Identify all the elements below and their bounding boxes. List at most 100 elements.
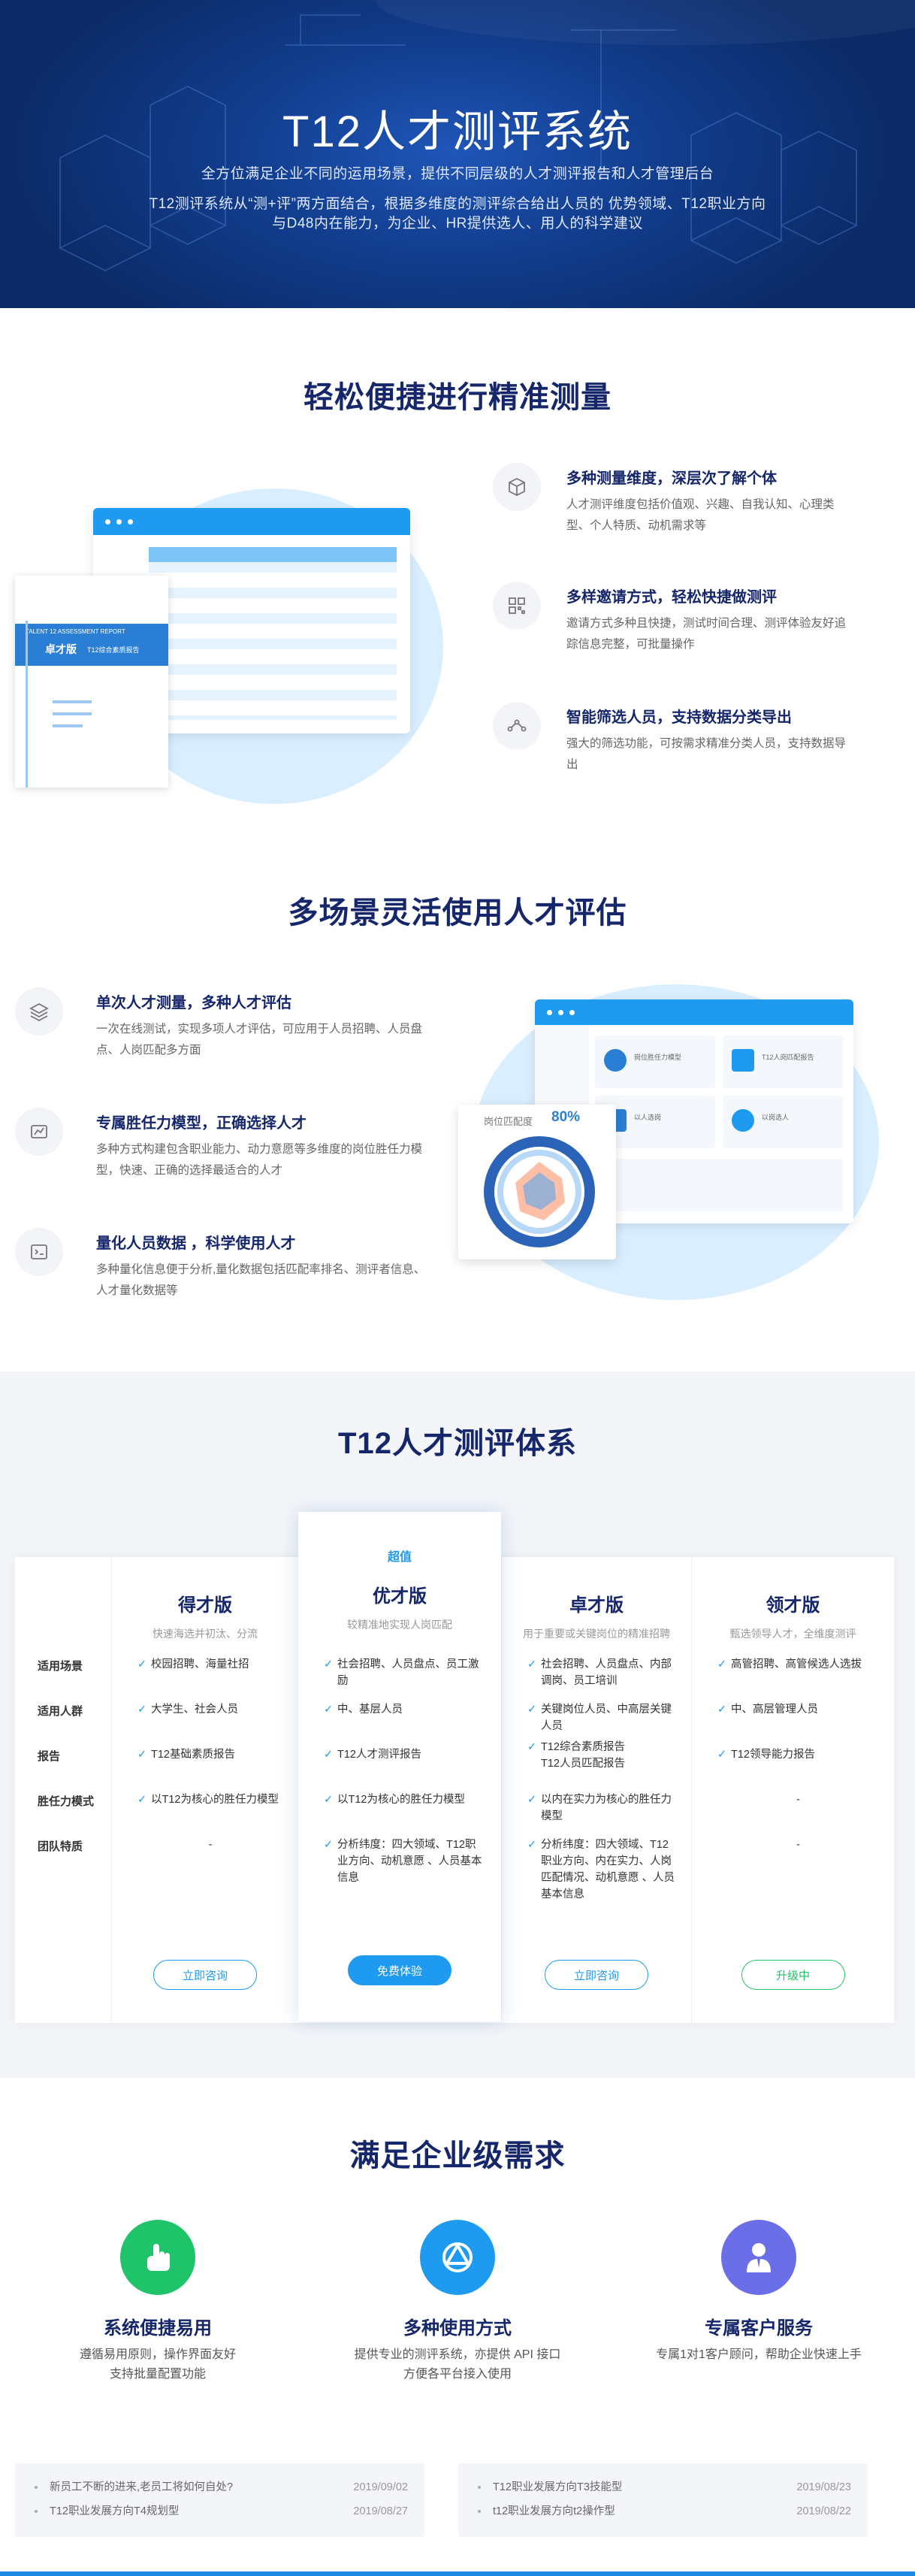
row-label: 适用场景 [38, 1660, 83, 1673]
check-icon: ✓ [324, 1839, 334, 1851]
check-icon: ✓ [717, 1658, 727, 1670]
plan-name: 优才版 [373, 1586, 427, 1607]
plan-cell: - [796, 1794, 800, 1806]
plan-desc: 较精准地实现人岗匹配 [347, 1619, 452, 1631]
feature-title: 量化人员数据 ，科学使用人才 [96, 1235, 296, 1252]
plan-cell: ✓ 分析纬度：四大领域、T12职业方向、内在实力、人岗匹配情况、动机意愿 、人员基… [527, 1837, 676, 1903]
plan-cell: ✓ 社会招聘、人员盘点、员工激励 [324, 1656, 486, 1689]
bullet-icon [478, 2510, 481, 2513]
plan-cell: - [208, 1839, 213, 1851]
plan-cell: ✓ T12综合素质报告 T12人员匹配报告 [527, 1739, 676, 1772]
card-label: T12人岗匹配报告 [762, 1054, 814, 1061]
feature-desc: 多种量化信息便于分析,量化数据包括匹配率排名、测评者信息、人才量化数据等 [96, 1263, 426, 1297]
card-icon [604, 1049, 627, 1072]
hero-line-1: 全方位满足企业不同的运用场景，提供不同层级的人才测评报告和人才管理后台 [201, 166, 714, 182]
feature-desc: 一次在线测试，实现多项人才评估，可应用于人员招聘、人员盘点、人岗匹配多方面 [96, 1023, 423, 1057]
model-icon [15, 1108, 63, 1156]
news-item[interactable]: T12职业发展方向T4规划型 2019/08/27 [32, 2499, 408, 2523]
check-icon: ✓ [527, 1704, 537, 1716]
service-easy: 系统便捷易用 遵循易用原则，操作界面友好支持批量配置功能 [23, 2220, 293, 2384]
match-value: 80% [551, 1109, 581, 1125]
window-dot [569, 1009, 575, 1015]
row-label: 团队特质 [38, 1840, 83, 1853]
plan-cell: ✓ 以T12为核心的胜任力模型 [324, 1791, 486, 1808]
check-icon: ✓ [137, 1749, 147, 1761]
bottom-bar [0, 2571, 915, 2576]
card-icon [732, 1109, 754, 1132]
news-item[interactable]: T12职业发展方向T3技能型 2019/08/23 [475, 2475, 851, 2499]
plan-cell: ✓ T12基础素质报告 [137, 1746, 283, 1763]
service-desc: 遵循易用原则，操作界面友好支持批量配置功能 [79, 2348, 236, 2381]
plan-premium: 卓才版 用于重要或关键岗位的精准招聘 ✓ 社会招聘、人员盘点、内部调岗、员工培训 … [501, 1557, 691, 2023]
service-desc: 提供专业的测评系统，亦提供 API 接口方便各平台接入使用 [354, 2348, 561, 2381]
hand-icon [120, 2220, 195, 2295]
data-icon [15, 1228, 63, 1276]
feature-title: 多样邀请方式，轻松快捷做测评 [566, 589, 777, 606]
report-brand: 卓才版 [45, 643, 77, 655]
card-label: 以岗选人 [762, 1114, 790, 1121]
check-icon: ✓ [324, 1704, 334, 1716]
section-title-system: T12人才测评体系 [338, 1427, 577, 1460]
check-icon: ✓ [324, 1658, 334, 1670]
section-title-scenarios: 多场景灵活使用人才评估 [288, 896, 627, 930]
feature-desc: 邀请方式多种且快捷，测试时间合理、测评体验友好追踪信息完整，可批量操作 [566, 617, 847, 651]
qr-code-icon [493, 582, 541, 630]
check-icon: ✓ [324, 1749, 334, 1761]
upgrading-button[interactable]: 升级中 [741, 1960, 845, 1990]
hero-banner: T12人才测评系统 全方位满足企业不同的运用场景，提供不同层级的人才测评报告和人… [0, 0, 915, 308]
plan-cell: ✓ 大学生、社会人员 [137, 1701, 283, 1718]
plan-cell: ✓ 校园招聘、海量社招 [137, 1656, 283, 1673]
plan-cell: ✓ 社会招聘、人员盘点、内部调岗、员工培训 [527, 1656, 676, 1689]
consult-button[interactable]: 立即咨询 [153, 1960, 257, 1990]
plan-cell: ✓ 中、基层人员 [324, 1701, 486, 1718]
bullet-icon [35, 2486, 38, 2489]
cube-icon [493, 463, 541, 511]
api-icon [420, 2220, 495, 2295]
service-title: 系统便捷易用 [104, 2318, 212, 2339]
plan-desc: 快速海选并初汰、分流 [152, 1628, 258, 1640]
network-icon [493, 702, 541, 750]
service-desc: 专属1对1客户顾问，帮助企业快速上手 [656, 2348, 862, 2361]
section-title-enterprise: 满足企业级需求 [349, 2139, 566, 2172]
scenario-illustration: 岗位胜任力模型 T12人岗匹配报告 以人选岗 以岗选人 岗位匹配度 80% [451, 977, 901, 1308]
plan-cell: ✓ 以内在实力为核心的胜任力模型 [527, 1791, 676, 1825]
check-icon: ✓ [137, 1658, 147, 1670]
plan-cell: ✓ 分析纬度：四大领域、T12职业方向、动机意愿 、人员基本信息 [324, 1837, 486, 1886]
service-support: 专属客户服务 专属1对1客户顾问，帮助企业快速上手 [624, 2220, 894, 2365]
check-icon: ✓ [717, 1704, 727, 1716]
check-icon: ✓ [527, 1839, 537, 1851]
report-cover-title: TALENT 12 ASSESSMENT REPORT [26, 628, 125, 635]
plan-cell: ✓ T12人才测评报告 [324, 1746, 486, 1763]
window-dot [547, 1009, 552, 1015]
dashboard-card: T12人岗匹配报告 [723, 1036, 843, 1088]
row-label: 报告 [38, 1750, 61, 1763]
plan-basic: 得才版 快速海选并初汰、分流 ✓ 校园招聘、海量社招 ✓ 大学生、社会人员 ✓ T12… [111, 1557, 298, 2023]
check-icon: ✓ [527, 1658, 537, 1670]
plan-cell: ✓ 关键岗位人员、中高层关键人员 [527, 1701, 676, 1734]
feature-title: 智能筛选人员，支持数据分类导出 [566, 709, 792, 726]
measure-illustration: TALENT 12 ASSESSMENT REPORT 卓才版 T12综合素质报… [15, 458, 451, 812]
window-dot [128, 519, 133, 525]
news-item[interactable]: 新员工不断的进来,老员工将如何自处? 2019/09/02 [32, 2475, 408, 2499]
news-item[interactable]: t12职业发展方向t2操作型 2019/08/22 [475, 2499, 851, 2523]
plan-cell: ✓ 高管招聘、高管候选人选拔 [717, 1656, 879, 1673]
check-icon: ✓ [527, 1741, 537, 1753]
card-label: 以人选岗 [634, 1114, 662, 1121]
consult-button[interactable]: 立即咨询 [545, 1960, 648, 1990]
match-label: 岗位匹配度 [484, 1116, 533, 1127]
check-icon: ✓ [527, 1794, 537, 1806]
row-label: 胜任力模式 [38, 1795, 95, 1808]
value-badge: 超值 [387, 1551, 412, 1564]
plan-desc: 甄选领导人才，全维度测评 [729, 1628, 856, 1640]
service-title: 专属客户服务 [705, 2318, 813, 2339]
free-trial-button[interactable]: 免费体验 [348, 1955, 451, 1985]
plan-name: 领才版 [766, 1595, 820, 1616]
plan-name: 得才版 [178, 1595, 232, 1616]
feature-desc: 强大的筛选功能，可按需求精准分类人员，支持数据导出 [566, 737, 847, 771]
match-panel: 岗位匹配度 80% [458, 1105, 616, 1259]
plan-cell: ✓ T12领导能力报告 [717, 1746, 879, 1763]
check-icon: ✓ [137, 1704, 147, 1716]
plan-name: 卓才版 [569, 1595, 624, 1616]
feature-desc: 人才测评维度包括价值观、兴趣、自我认知、心理类型、个人特质、动机需求等 [566, 498, 835, 532]
plan-cell: ✓ 中、高层管理人员 [717, 1701, 879, 1718]
